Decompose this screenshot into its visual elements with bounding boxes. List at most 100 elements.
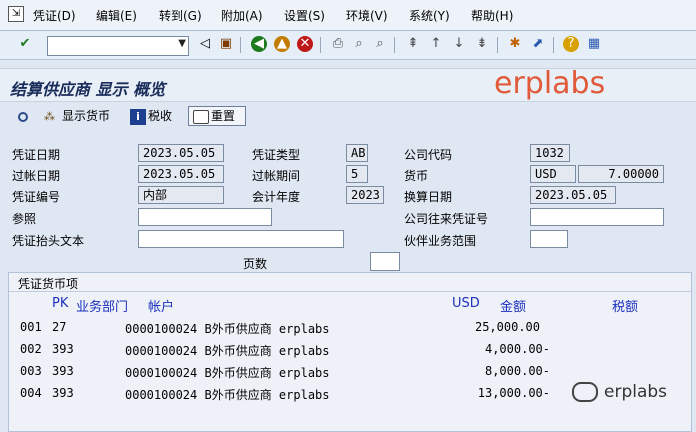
standard-toolbar: ✔ ▼ ◁ ▣ ◀ ▲ ✕ ⎙ ⌕ ⌕ ⇞ ↑ ↓ ⇟ ✱ ⬈ ? ▦	[0, 31, 696, 60]
row-amount: 8,000.00-	[484, 364, 550, 378]
chevron-down-icon[interactable]: ▼	[178, 38, 186, 49]
tax-label: 税收	[148, 109, 173, 123]
row-pk: 393	[52, 386, 74, 400]
doc-number-field[interactable]: 内部	[138, 186, 224, 204]
group-divider	[9, 291, 691, 292]
find-icon[interactable]: ⌕	[351, 36, 367, 52]
posting-date-label: 过帐日期	[12, 169, 61, 183]
partner-ba-field[interactable]	[530, 230, 568, 248]
reference-label: 参照	[12, 212, 37, 226]
period-label: 过帐期间	[252, 169, 301, 183]
reference-field[interactable]	[138, 208, 272, 226]
row-number: 001	[20, 320, 42, 334]
row-account: 0000100024 B外币供应商 erplabs	[125, 322, 330, 336]
company-code-field[interactable]: 1032	[530, 144, 570, 162]
find-next-icon[interactable]: ⌕	[372, 36, 388, 52]
doc-type-label: 凭证类型	[252, 148, 301, 162]
doc-type-field[interactable]: AB	[346, 144, 368, 162]
tax-button[interactable]: i 税收	[130, 106, 172, 126]
create-session-icon[interactable]: ✱	[507, 36, 523, 52]
exit-icon[interactable]: ▲	[274, 36, 290, 52]
row-amount: 13,000.00-	[477, 386, 550, 400]
info-icon: i	[130, 108, 146, 125]
page-label: 页数	[243, 257, 268, 271]
table-row[interactable]: 001 27 0000100024 B外币供应商 erplabs 25,000.…	[20, 320, 560, 340]
row-account: 0000100024 B外币供应商 erplabs	[125, 388, 330, 402]
help-icon[interactable]: ?	[563, 36, 579, 52]
row-pk: 393	[52, 364, 74, 378]
menu-system[interactable]: 系统(Y)	[409, 7, 450, 24]
shortcut-icon[interactable]: ⬈	[530, 36, 546, 52]
collapse-left-icon[interactable]: ◁	[197, 36, 213, 52]
reset-icon	[193, 109, 209, 124]
row-pk: 27	[52, 320, 67, 334]
menu-document[interactable]: 凭证(D)	[33, 7, 76, 24]
reset-label: 重置	[211, 109, 236, 123]
table-row[interactable]: 004 393 0000100024 B外币供应商 erplabs 13,000…	[20, 386, 560, 406]
display-document-button[interactable]	[18, 106, 30, 126]
last-page-icon[interactable]: ⇟	[474, 36, 490, 52]
previous-page-icon[interactable]: ↑	[428, 36, 444, 52]
fiscal-year-label: 会计年度	[252, 190, 301, 204]
line-items-title: 凭证货币项	[18, 277, 79, 291]
period-field[interactable]: 5	[346, 165, 368, 183]
menu-goto[interactable]: 转到(G)	[159, 7, 202, 24]
first-page-icon[interactable]: ⇞	[405, 36, 421, 52]
posting-date-field[interactable]: 2023.05.05	[138, 165, 224, 183]
partner-ba-label: 伙伴业务范围	[404, 234, 477, 248]
print-icon[interactable]: ⎙	[330, 36, 346, 52]
row-pk: 393	[52, 342, 74, 356]
currency-label: 货币	[404, 169, 429, 183]
translation-date-label: 换算日期	[404, 190, 453, 204]
system-menu-icon[interactable]: ⇲	[8, 6, 24, 22]
toolbar-separator	[394, 37, 395, 53]
menu-settings[interactable]: 设置(S)	[284, 7, 325, 24]
page-title: 结算供应商 显示 概览	[10, 80, 166, 99]
toolbar-separator	[320, 37, 321, 53]
toolbar-separator	[553, 37, 554, 53]
display-currency-label: 显示货币	[62, 109, 111, 123]
row-number: 002	[20, 342, 42, 356]
table-row[interactable]: 002 393 0000100024 B外币供应商 erplabs 4,000.…	[20, 342, 560, 362]
translation-date-field[interactable]: 2023.05.05	[530, 186, 616, 204]
menu-extras[interactable]: 附加(A)	[221, 7, 263, 24]
menu-help[interactable]: 帮助(H)	[471, 7, 513, 24]
enter-check-icon[interactable]: ✔	[17, 36, 33, 52]
reset-button[interactable]: 重置	[188, 106, 246, 126]
row-number: 004	[20, 386, 42, 400]
menu-environment[interactable]: 环境(V)	[346, 7, 388, 24]
wechat-watermark: erplabs	[572, 382, 667, 402]
display-currency-button[interactable]: ⁂ 显示货币	[44, 106, 110, 126]
toolbar-separator	[240, 37, 241, 53]
wechat-watermark-text: erplabs	[604, 382, 668, 402]
col-header-dept[interactable]: 业务部门	[76, 296, 128, 315]
row-amount: 25,000.00	[474, 320, 540, 334]
currency-field[interactable]: USD	[530, 165, 576, 183]
layout-icon[interactable]: ▦	[586, 36, 602, 52]
col-header-amount[interactable]: 金额	[500, 296, 526, 315]
watermark-text: erplabs	[494, 66, 606, 101]
menu-edit[interactable]: 编辑(E)	[96, 7, 137, 24]
col-header-currency[interactable]: USD	[452, 296, 480, 311]
cancel-icon[interactable]: ✕	[297, 36, 313, 52]
header-text-field[interactable]	[138, 230, 344, 248]
fiscal-year-field[interactable]: 2023	[346, 186, 384, 204]
doc-number-label: 凭证编号	[12, 190, 61, 204]
intercompany-field[interactable]	[530, 208, 664, 226]
command-field[interactable]: ▼	[47, 36, 189, 56]
next-page-icon[interactable]: ↓	[451, 36, 467, 52]
back-icon[interactable]: ◀	[251, 36, 267, 52]
page-field[interactable]	[370, 252, 400, 271]
save-icon[interactable]: ▣	[218, 36, 234, 52]
col-header-tax[interactable]: 税额	[612, 296, 638, 315]
col-header-account[interactable]: 帐户	[148, 296, 174, 315]
table-row[interactable]: 003 393 0000100024 B外币供应商 erplabs 8,000.…	[20, 364, 560, 384]
doc-date-field[interactable]: 2023.05.05	[138, 144, 224, 162]
header-text-label: 凭证抬头文本	[12, 234, 85, 248]
intercompany-label: 公司往来凭证号	[404, 212, 489, 226]
toolbar-separator	[497, 37, 498, 53]
exchange-rate-field[interactable]: 7.00000	[578, 165, 664, 183]
magnifier-icon	[18, 111, 28, 122]
application-toolbar: ⁂ 显示货币 i 税收	[0, 102, 696, 130]
col-header-pk[interactable]: PK	[52, 296, 68, 311]
